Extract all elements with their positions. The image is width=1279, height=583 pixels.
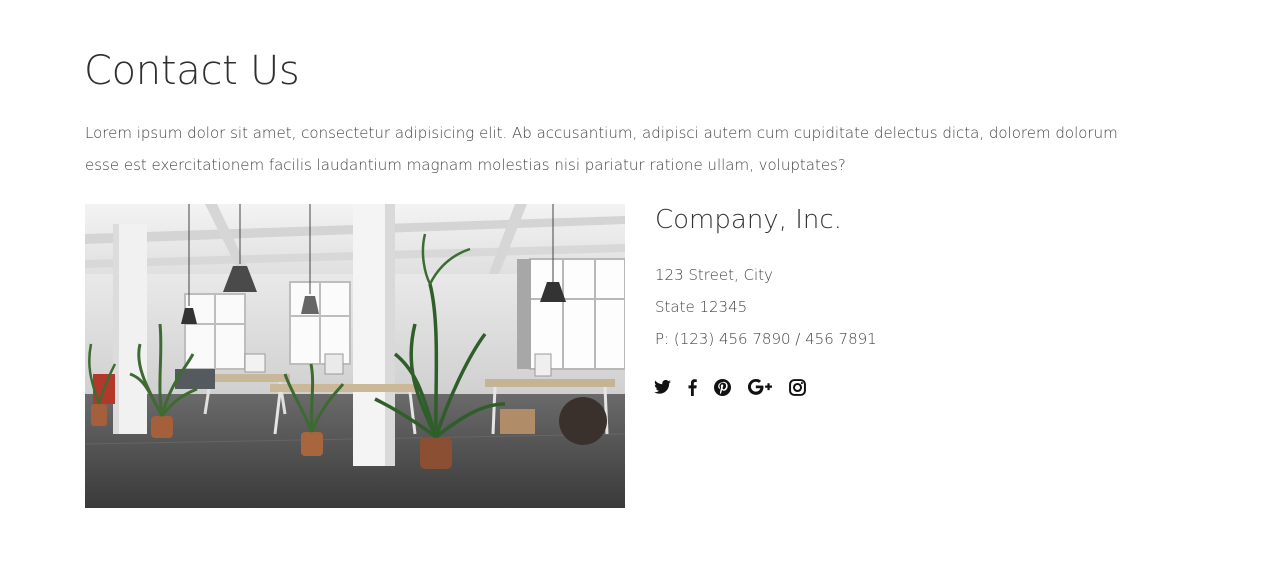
instagram-link[interactable] [789,376,806,398]
company-name: Company, Inc. [655,205,842,235]
google-plus-icon [748,379,772,395]
facebook-link[interactable] [688,376,697,398]
facebook-icon [688,378,697,396]
twitter-link[interactable] [654,376,671,398]
instagram-icon [789,378,806,396]
page-title: Contact Us [84,48,300,94]
company-address: 123 Street, City State 12345 P: (123) 45… [655,259,877,355]
pinterest-icon [714,378,731,396]
address-line-1: 123 Street, City [655,266,773,284]
phone-numbers: P: (123) 456 7890 / 456 7891 [655,330,877,348]
social-links [654,376,823,398]
office-photo [85,204,625,508]
google-plus-link[interactable] [748,376,772,398]
address-line-2: State 12345 [655,298,748,316]
twitter-icon [654,380,671,394]
intro-paragraph: Lorem ipsum dolor sit amet, consectetur … [85,124,1118,174]
pinterest-link[interactable] [714,376,731,398]
